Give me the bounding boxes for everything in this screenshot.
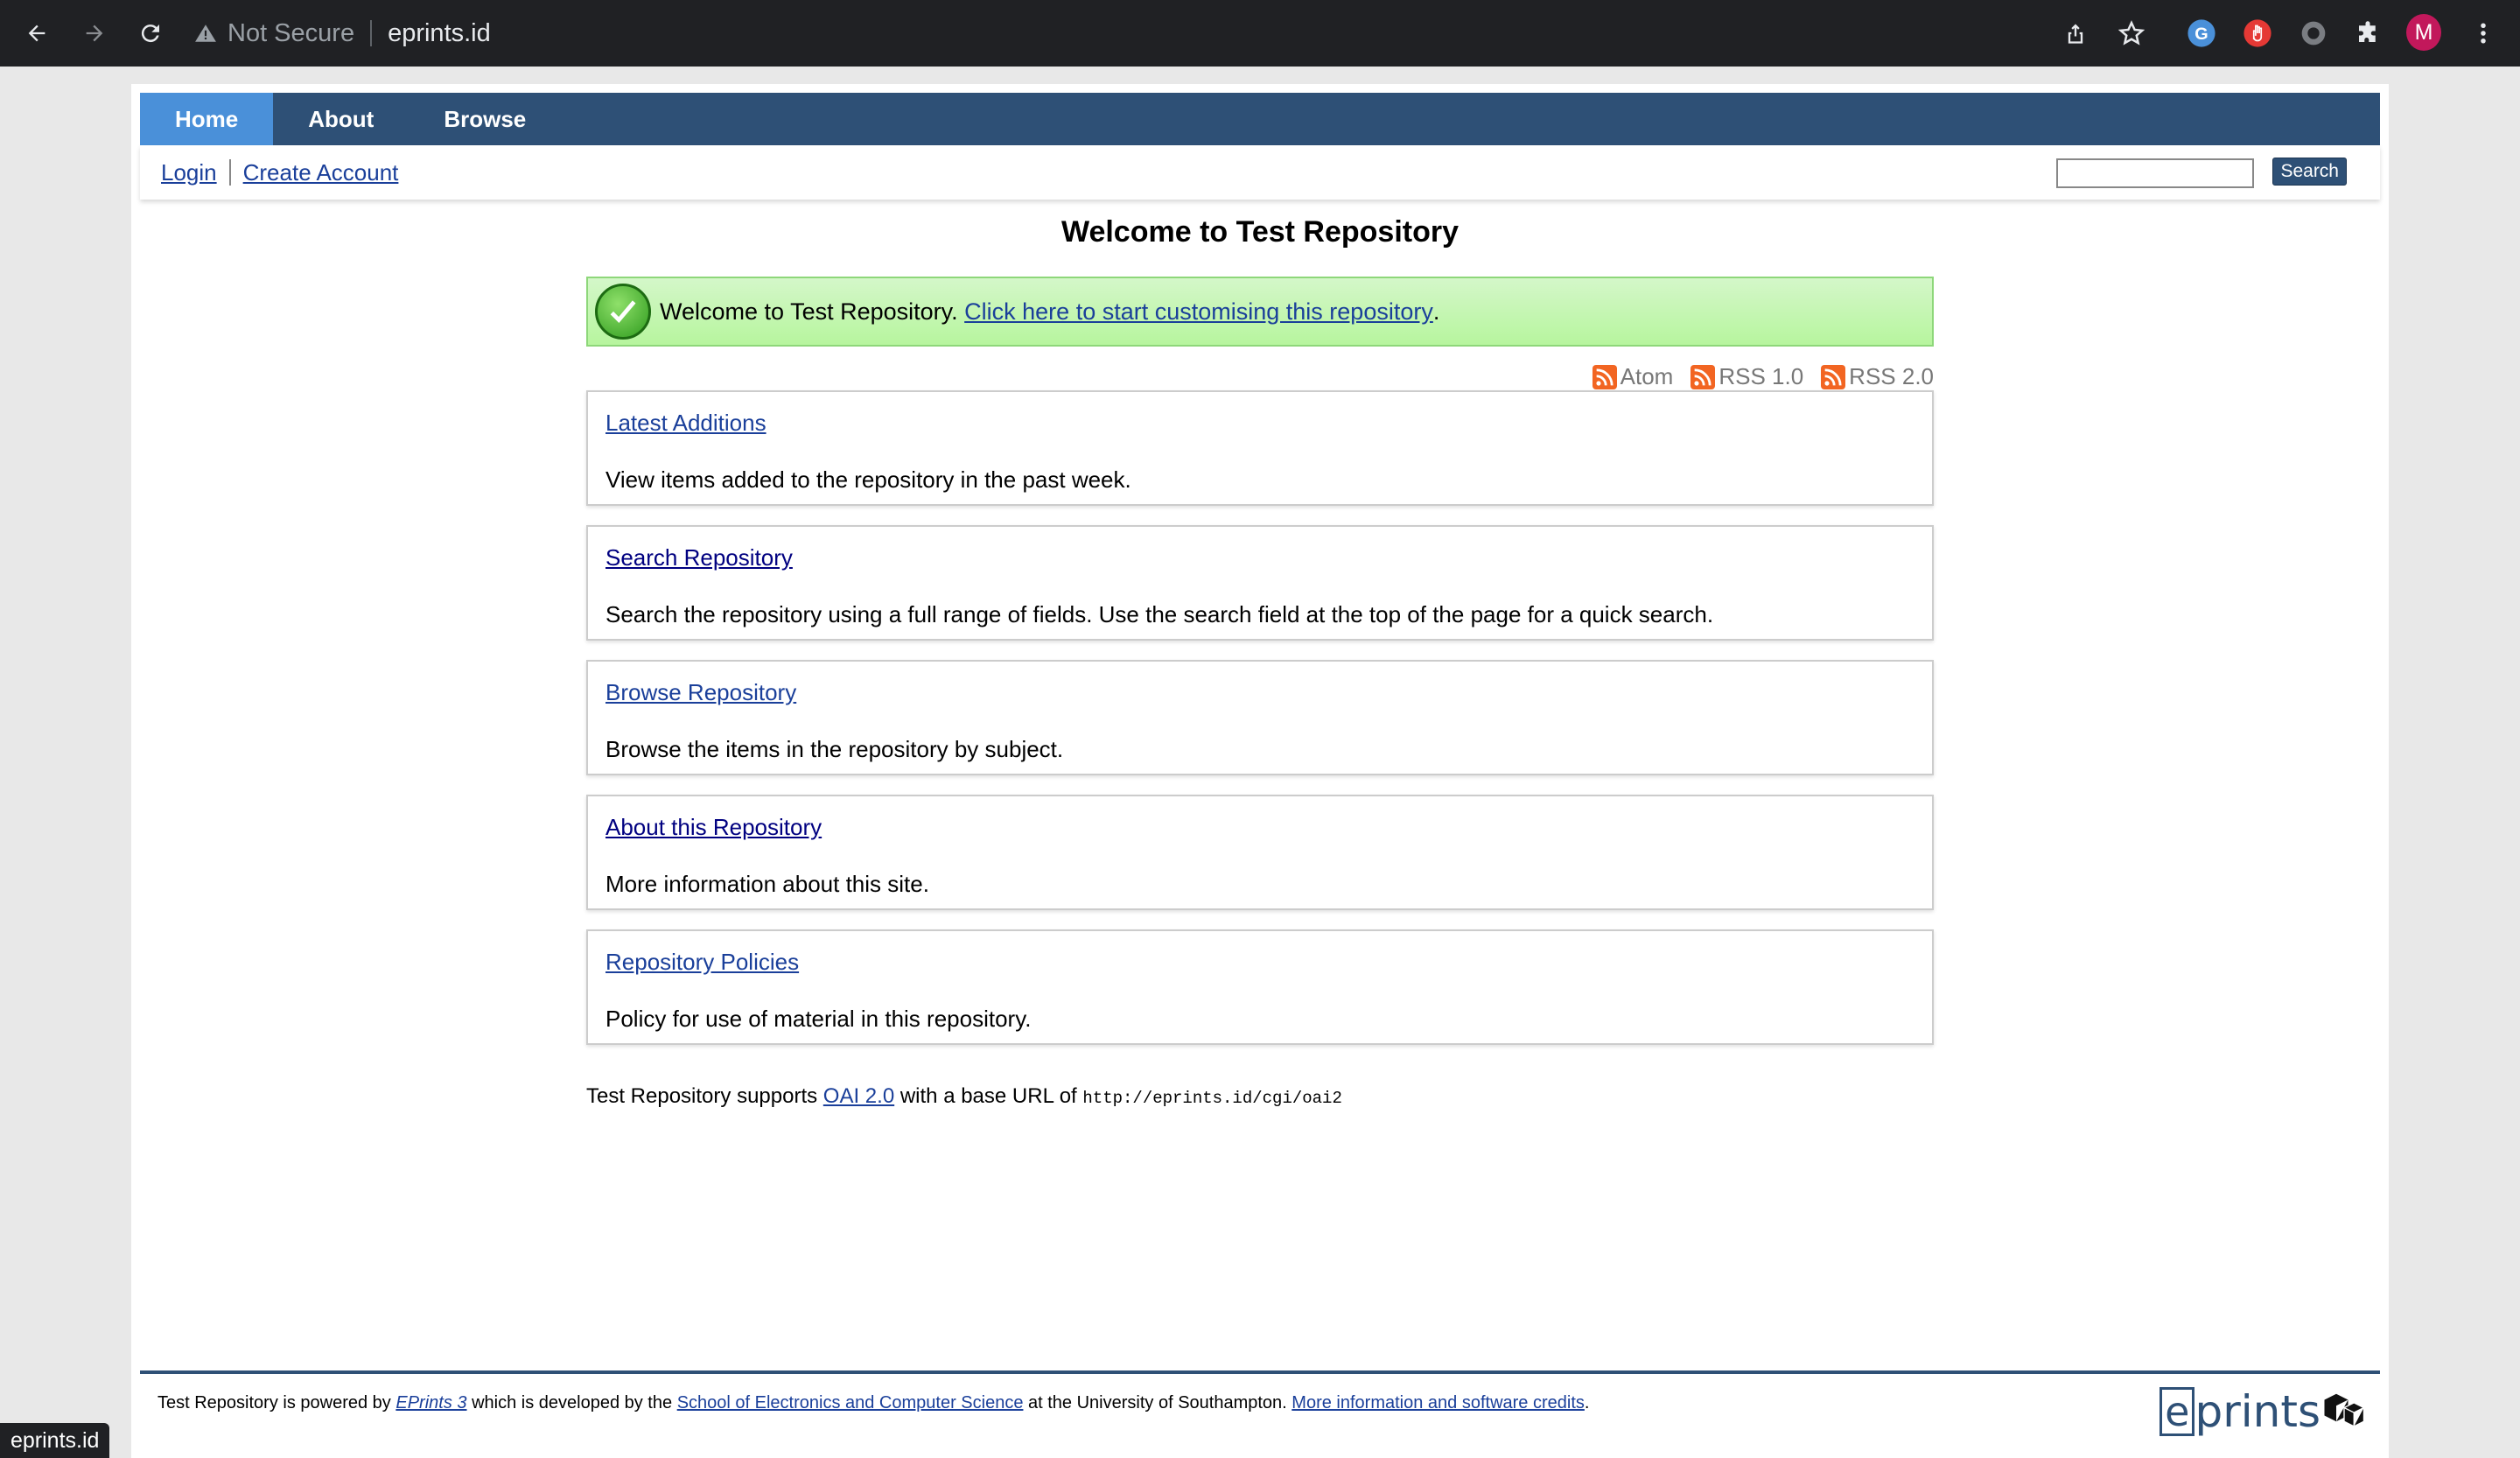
feed-atom[interactable]: Atom (1592, 363, 1674, 390)
section-repository-policies: Repository Policies Policy for use of ma… (586, 929, 1934, 1045)
latest-additions-link[interactable]: Latest Additions (606, 410, 1914, 437)
circle-extension-icon[interactable] (2296, 16, 2331, 51)
main-content: Welcome to Test Repository. Click here t… (586, 277, 1934, 1045)
welcome-end: . (1432, 298, 1440, 325)
section-description: Browse the items in the repository by su… (606, 736, 1064, 762)
eprints-link[interactable]: EPrints 3 (396, 1393, 466, 1412)
login-link[interactable]: Login (161, 159, 217, 186)
footer-text: Test Repository is powered by EPrints 3 … (158, 1393, 1589, 1413)
section-description: Policy for use of material in this repos… (606, 1006, 1032, 1032)
oai-prefix: Test Repository supports (586, 1084, 818, 1108)
footer-t4: . (1584, 1393, 1590, 1412)
main-nav: Home About Browse (140, 93, 2380, 145)
profile-avatar[interactable]: M (2406, 14, 2441, 51)
rss-icon (1592, 364, 1617, 389)
section-search-repository: Search Repository Search the repository … (586, 525, 1934, 641)
section-about-repository: About this Repository More information a… (586, 795, 1934, 910)
feed-rss-2[interactable]: RSS 2.0 (1821, 363, 1934, 390)
search-repository-link[interactable]: Search Repository (606, 544, 1914, 571)
section-description: View items added to the repository in th… (606, 466, 1131, 493)
svg-text:G: G (2194, 25, 2208, 44)
feed-label: Atom (1620, 363, 1674, 389)
footer-t1: Test Repository is powered by (158, 1393, 391, 1412)
kebab-menu-icon[interactable] (2466, 16, 2501, 51)
feed-links: Atom RSS 1.0 RSS 2.0 (586, 347, 1934, 390)
avatar: M (2406, 14, 2441, 51)
section-list: Latest Additions View items added to the… (586, 390, 1934, 1045)
page-title: Welcome to Test Repository (1060, 215, 1460, 249)
block-extension-icon[interactable] (2240, 16, 2275, 51)
back-icon[interactable] (19, 16, 54, 51)
nav-tab-home[interactable]: Home (140, 93, 274, 145)
security-label: Not Secure (228, 18, 355, 47)
check-icon (595, 284, 651, 340)
forward-icon[interactable] (77, 16, 112, 51)
eprints-logo[interactable]: e prints (2160, 1386, 2368, 1437)
search-button[interactable]: Search (2272, 158, 2347, 186)
feed-label: RSS 2.0 (1849, 363, 1934, 389)
section-latest-additions: Latest Additions View items added to the… (586, 390, 1934, 506)
bookmark-star-icon[interactable] (2114, 16, 2149, 51)
section-browse-repository: Browse Repository Browse the items in th… (586, 660, 1934, 775)
footer-t3: at the University of Southampton. (1028, 1393, 1287, 1412)
browser-toolbar: Not Secure eprints.id G M (0, 0, 2520, 67)
oai-middle: with a base URL of (900, 1084, 1077, 1108)
divider (370, 20, 373, 46)
warning-icon (195, 25, 216, 42)
url-text: eprints.id (388, 18, 491, 47)
footer-divider (140, 1370, 2380, 1374)
logo-e: e (2160, 1387, 2195, 1436)
reload-icon[interactable] (133, 16, 168, 51)
address-bar[interactable]: Not Secure eprints.id (194, 12, 2032, 54)
share-icon[interactable] (2058, 16, 2093, 51)
puzzle-extensions-icon[interactable] (2350, 16, 2385, 51)
repository-policies-link[interactable]: Repository Policies (606, 949, 1914, 976)
page-content: Home About Browse Login Create Account S… (131, 84, 2389, 1458)
google-extension-icon[interactable]: G (2184, 16, 2219, 51)
section-description: Search the repository using a full range… (606, 601, 1714, 627)
oai-url: http://eprints.id/cgi/oai2 (1082, 1089, 1342, 1108)
browse-repository-link[interactable]: Browse Repository (606, 679, 1914, 706)
feed-rss-1[interactable]: RSS 1.0 (1690, 363, 1803, 390)
rss-icon (1821, 364, 1846, 389)
section-description: More information about this site. (606, 871, 929, 897)
footer-t2: which is developed by the (472, 1393, 673, 1412)
about-repository-link[interactable]: About this Repository (606, 814, 1914, 841)
oai-link[interactable]: OAI 2.0 (823, 1084, 894, 1108)
cubes-icon (2324, 1393, 2366, 1427)
welcome-text: Welcome to Test Repository. (660, 298, 958, 325)
rss-icon (1690, 364, 1716, 389)
nav-tab-about[interactable]: About (273, 93, 409, 145)
oai-info: Test Repository supports OAI 2.0 with a … (586, 1084, 1342, 1109)
status-bar-url: eprints.id (0, 1423, 110, 1458)
customise-link[interactable]: Click here to start customising this rep… (964, 298, 1433, 326)
school-link[interactable]: School of Electronics and Computer Scien… (677, 1393, 1024, 1412)
create-account-link[interactable]: Create Account (243, 159, 399, 186)
credits-link[interactable]: More information and software credits (1292, 1393, 1585, 1412)
feed-label: RSS 1.0 (1718, 363, 1804, 389)
search-input[interactable] (2056, 158, 2254, 188)
user-bar: Login Create Account Search (140, 145, 2380, 200)
logo-text: prints (2194, 1386, 2320, 1437)
welcome-message: Welcome to Test Repository. Click here t… (586, 277, 1934, 347)
nav-tab-browse[interactable]: Browse (409, 93, 561, 145)
divider (228, 159, 231, 186)
